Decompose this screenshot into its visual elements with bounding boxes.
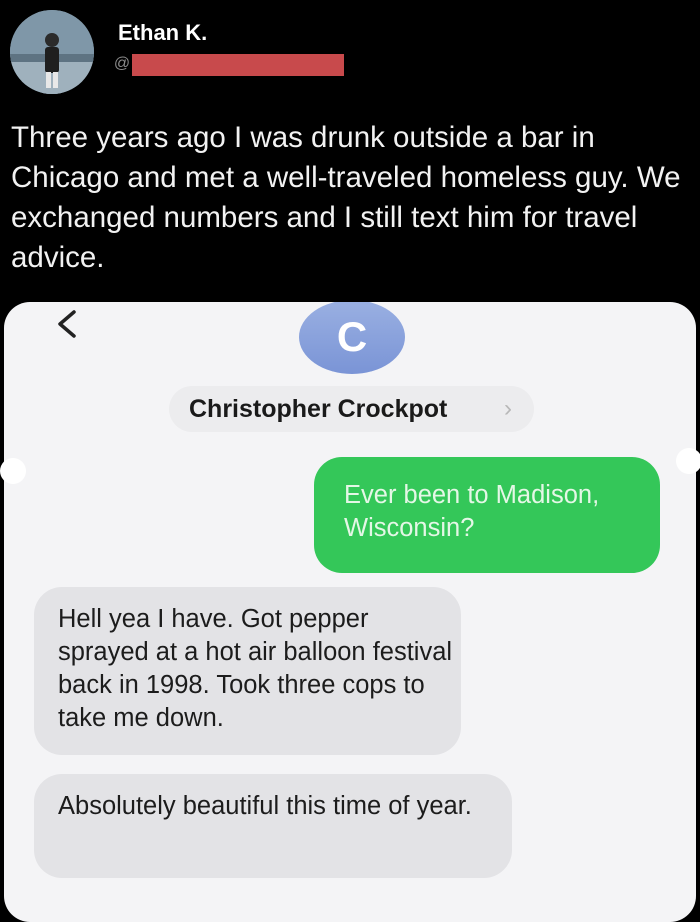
handle-at-sign: @	[113, 55, 131, 72]
message-bubble-sent[interactable]: Ever been to Madison, Wisconsin?	[314, 457, 660, 573]
message-bubble-received[interactable]: Hell yea I have. Got pepper sprayed at a…	[34, 587, 461, 755]
back-button[interactable]	[46, 306, 90, 350]
message-text: Absolutely beautiful this time of year.	[58, 792, 472, 820]
edge-dot	[0, 458, 26, 484]
message-text: Hell yea I have. Got pepper sprayed at a…	[58, 605, 453, 732]
chevron-left-icon	[58, 310, 76, 338]
chevron-right-icon: ›	[504, 395, 512, 422]
message-screenshot: C Christopher Crockpot › Ever been to Ma…	[4, 302, 696, 922]
author-avatar[interactable]	[10, 10, 94, 94]
message-bubble-received[interactable]: Absolutely beautiful this time of year.	[34, 774, 512, 878]
redaction-bar	[132, 54, 344, 76]
contact-avatar[interactable]: C	[299, 302, 405, 374]
tweet-text: Three years ago I was drunk outside a ba…	[11, 121, 681, 274]
author-name[interactable]: Ethan K.	[118, 20, 207, 46]
message-text: Ever been to Madison, Wisconsin?	[344, 481, 600, 542]
contact-name[interactable]: Christopher Crockpot	[189, 392, 447, 426]
author-photo-icon	[10, 10, 94, 94]
edge-dot	[676, 448, 700, 474]
